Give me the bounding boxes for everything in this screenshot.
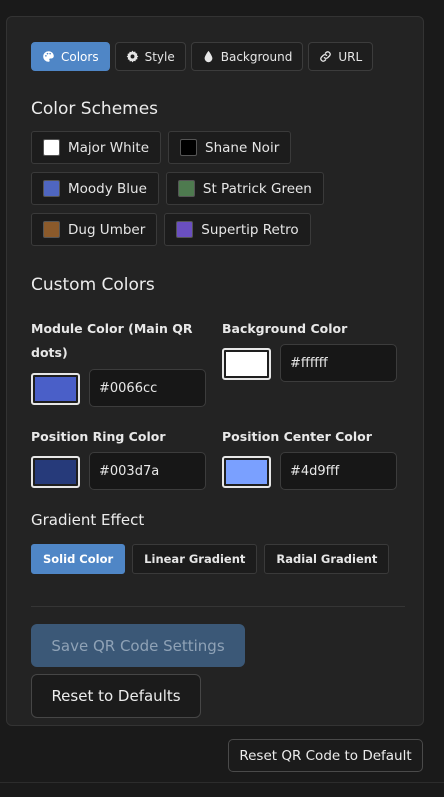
tab-label: Style <box>144 49 175 64</box>
module-color-swatch <box>35 377 76 401</box>
scheme-st-patrick-green[interactable]: St Patrick Green <box>165 172 324 205</box>
link-icon <box>319 50 332 63</box>
module-color-picker[interactable] <box>31 373 80 405</box>
scheme-label: Supertip Retro <box>201 221 299 238</box>
scheme-major-white[interactable]: Major White <box>31 131 162 164</box>
scheme-supertip-retro[interactable]: Supertip Retro <box>164 213 311 246</box>
position-center-color-input[interactable]: #4d9fff <box>280 452 397 490</box>
droplet-icon <box>202 50 215 63</box>
position-ring-color-picker[interactable] <box>31 456 80 488</box>
swatch <box>43 221 60 238</box>
gradient-solid-button[interactable]: Solid Color <box>31 544 126 574</box>
color-scheme-list: Major White Shane Noir Moody Blue St Pat… <box>31 131 324 254</box>
scheme-moody-blue[interactable]: Moody Blue <box>31 172 159 205</box>
swatch <box>43 180 60 197</box>
position-center-color-picker[interactable] <box>222 456 271 488</box>
gradient-radial-button[interactable]: Radial Gradient <box>264 544 390 574</box>
scheme-label: Dug Umber <box>68 221 146 238</box>
scheme-shane-noir[interactable]: Shane Noir <box>168 131 292 164</box>
scheme-label: Major White <box>68 139 150 156</box>
tab-url[interactable]: URL <box>308 42 374 71</box>
position-center-color-label: Position Center Color <box>222 429 372 444</box>
divider <box>0 782 444 783</box>
position-center-color-swatch <box>226 460 267 484</box>
scheme-label: St Patrick Green <box>202 180 312 197</box>
tab-background[interactable]: Background <box>190 42 304 71</box>
divider <box>31 606 405 607</box>
background-color-swatch <box>226 352 267 376</box>
background-color-input[interactable]: #ffffff <box>280 344 397 382</box>
tab-label: Background <box>220 49 293 64</box>
position-ring-color-label: Position Ring Color <box>31 429 166 444</box>
tab-label: Colors <box>61 49 99 64</box>
tab-label: URL <box>338 49 363 64</box>
color-schemes-heading: Color Schemes <box>31 99 159 119</box>
tab-colors[interactable]: Colors <box>31 42 110 71</box>
tab-style[interactable]: Style <box>114 42 186 71</box>
custom-colors-heading: Custom Colors <box>31 275 155 295</box>
palette-icon <box>42 50 55 63</box>
scheme-label: Moody Blue <box>68 180 147 197</box>
swatch <box>177 180 195 197</box>
position-ring-color-swatch <box>35 460 76 484</box>
swatch <box>180 139 198 156</box>
gradient-effect-heading: Gradient Effect <box>31 511 145 529</box>
background-color-label: Background Color <box>222 321 348 336</box>
save-settings-button[interactable]: Save QR Code Settings <box>31 624 245 667</box>
scheme-label: Shane Noir <box>205 139 280 156</box>
module-color-input[interactable]: #0066cc <box>89 369 206 407</box>
swatch <box>176 221 194 238</box>
reset-qr-code-button[interactable]: Reset QR Code to Default <box>228 739 423 772</box>
reset-defaults-button[interactable]: Reset to Defaults <box>31 674 201 718</box>
module-color-label: Module Color (Main QR dots) <box>31 321 193 360</box>
swatch <box>43 139 60 156</box>
position-ring-color-input[interactable]: #003d7a <box>89 452 206 490</box>
gradient-options: Solid Color Linear Gradient Radial Gradi… <box>31 544 390 574</box>
settings-tabs: Colors Style Background URL <box>31 42 374 71</box>
background-color-picker[interactable] <box>222 348 271 380</box>
gradient-linear-button[interactable]: Linear Gradient <box>132 544 258 574</box>
gear-icon <box>126 50 139 63</box>
qr-settings-panel: Colors Style Background URL Color Scheme… <box>6 16 424 726</box>
scheme-dug-umber[interactable]: Dug Umber <box>31 213 158 246</box>
